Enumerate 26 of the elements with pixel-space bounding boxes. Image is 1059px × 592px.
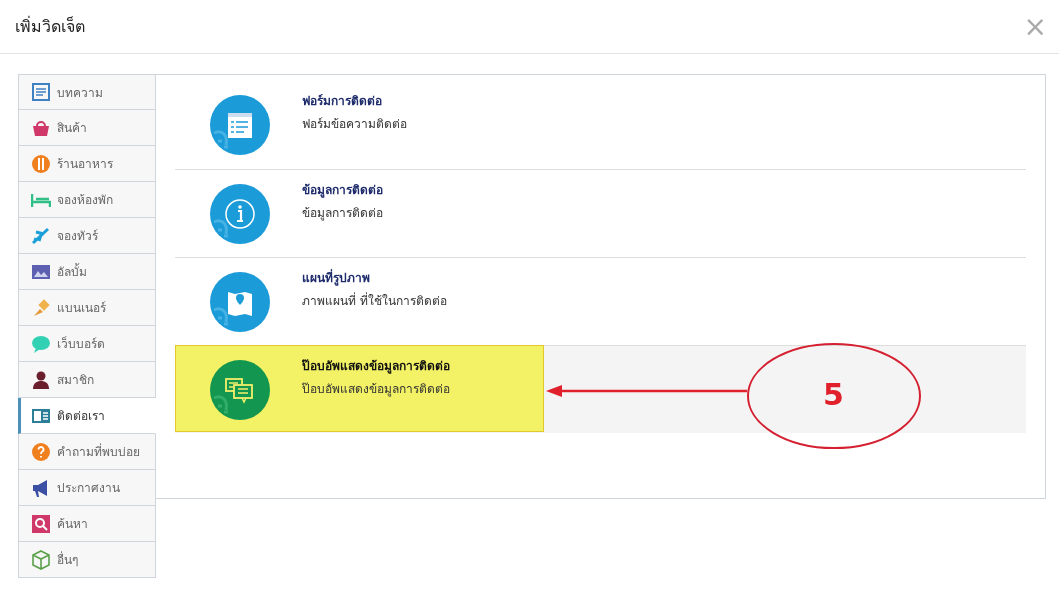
sidebar-item[interactable]: ติดต่อเรา [18, 398, 156, 434]
widget-title: ฟอร์มการติดต่อ [302, 93, 383, 110]
widget-row[interactable]: ฟอร์มการติดต่อ ฟอร์มข้อความติดต่อ [175, 81, 1026, 169]
sidebar-item[interactable]: ค้นหา [18, 506, 156, 542]
sidebar-item[interactable]: สินค้า [18, 110, 156, 146]
widget-title: แผนที่รูปภาพ [302, 268, 371, 287]
callout-number: 5 [823, 377, 844, 412]
dialog-title: เพิ่มวิดเจ็ต [15, 15, 85, 38]
sidebar-item[interactable]: สมาชิก [18, 362, 156, 398]
sidebar-item[interactable]: ร้านอาหาร [18, 146, 156, 182]
sidebar-item[interactable]: อื่นๆ [18, 542, 156, 578]
sidebar-item[interactable]: จองทัวร์ [18, 218, 156, 254]
widget-description: ป๊อบอัพแสดงข้อมูลการติดต่อ [302, 381, 450, 398]
sidebar-item[interactable]: เว็บบอร์ด [18, 326, 156, 362]
widget-row[interactable]: ข้อมูลการติดต่อ ข้อมูลการติดต่อ [175, 169, 1026, 257]
widget-title: ข้อมูลการติดต่อ [302, 182, 383, 199]
sidebar-item[interactable]: ประกาศงาน [18, 470, 156, 506]
widget-description: ข้อมูลการติดต่อ [302, 205, 383, 222]
sidebar-item[interactable]: อัลบั้ม [18, 254, 156, 290]
widget-description: ภาพแผนที่ ที่ใช้ในการติดต่อ [302, 291, 447, 310]
sidebar-item[interactable]: คำถามที่พบบ่อย [18, 434, 156, 470]
widget-description: ฟอร์มข้อความติดต่อ [302, 116, 407, 133]
sidebar-item[interactable]: แบนเนอร์ [18, 290, 156, 326]
widget-title: ป๊อบอัพแสดงข้อมูลการติดต่อ [302, 358, 450, 375]
sidebar-item[interactable]: จองห้องพัก [18, 182, 156, 218]
sidebar-item[interactable]: บทความ [18, 74, 156, 110]
